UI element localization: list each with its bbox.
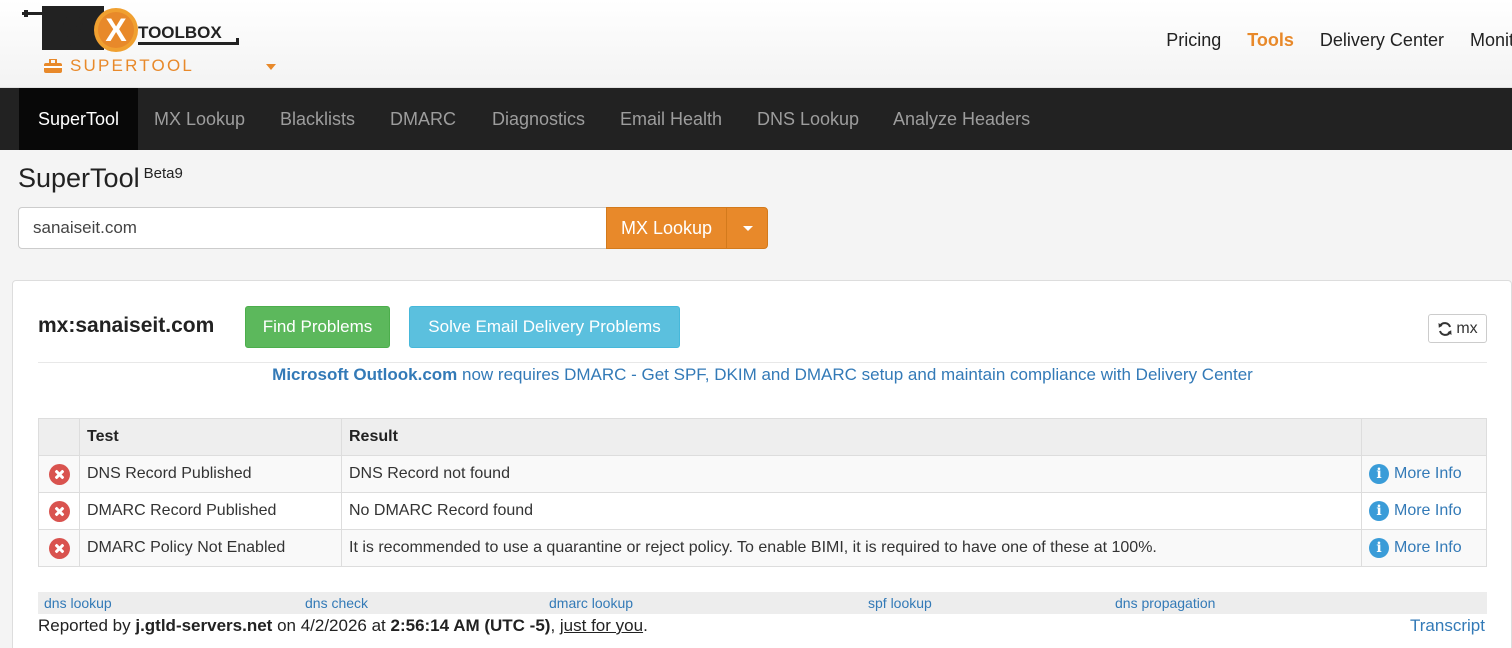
info-icon: i — [1369, 538, 1389, 558]
reported-period: . — [643, 616, 648, 635]
page-title: SuperTool Beta9 — [18, 163, 183, 194]
table-row: DMARC Record Published No DMARC Record f… — [38, 492, 1487, 530]
lookup-dropdown-button[interactable] — [726, 207, 768, 249]
mxtoolbox-logo[interactable]: M X TOOLBOX — [22, 2, 252, 58]
refresh-label: mx — [1456, 319, 1478, 337]
results-table: Test Result DNS Record Published DNS Rec… — [38, 418, 1487, 567]
table-row: DNS Record Published DNS Record not foun… — [38, 455, 1487, 493]
header-test: Test — [79, 418, 342, 456]
reported-on: on 4/2/2026 at — [272, 616, 391, 635]
table-header-row: Test Result — [38, 418, 1487, 456]
chevron-down-icon[interactable] — [266, 64, 276, 70]
result-cell: It is recommended to use a quarantine or… — [341, 529, 1362, 567]
more-info-link[interactable]: i More Info — [1369, 538, 1479, 558]
status-cell — [38, 529, 80, 567]
status-cell — [38, 492, 80, 530]
result-cell: DNS Record not found — [341, 455, 1362, 493]
toolbox-icon — [44, 59, 62, 73]
tab-analyze-headers[interactable]: Analyze Headers — [874, 88, 1049, 150]
header-actions — [1361, 418, 1487, 456]
refresh-icon — [1438, 321, 1452, 336]
topnav-delivery-center[interactable]: Delivery Center — [1320, 30, 1444, 51]
reported-time: 2:56:14 AM (UTC -5) — [390, 616, 551, 635]
test-cell: DMARC Policy Not Enabled — [79, 529, 342, 567]
tool-navbar: SuperTool MX Lookup Blacklists DMARC Dia… — [0, 88, 1512, 150]
tab-email-health[interactable]: Email Health — [601, 88, 741, 150]
refresh-button[interactable]: mx — [1428, 314, 1487, 343]
page-title-text: SuperTool — [18, 163, 140, 193]
topnav-monitoring[interactable]: Monito — [1470, 30, 1512, 51]
reported-comma: , — [550, 616, 560, 635]
topnav-pricing[interactable]: Pricing — [1166, 30, 1221, 51]
result-cell: No DMARC Record found — [341, 492, 1362, 530]
caret-down-icon — [743, 226, 753, 231]
action-cell: i More Info — [1361, 492, 1487, 530]
action-cell: i More Info — [1361, 529, 1487, 567]
more-info-link[interactable]: i More Info — [1369, 464, 1479, 484]
divider — [38, 362, 1487, 363]
solve-email-delivery-button[interactable]: Solve Email Delivery Problems — [409, 306, 680, 348]
tab-supertool[interactable]: SuperTool — [19, 88, 139, 150]
error-icon — [48, 500, 70, 522]
result-title: mx:sanaiseit.com — [38, 314, 215, 337]
banner-text[interactable]: now requires DMARC - Get SPF, DKIM and D… — [457, 365, 1253, 384]
mx-lookup-button[interactable]: MX Lookup — [606, 207, 727, 249]
info-icon: i — [1369, 464, 1389, 484]
header-result: Result — [341, 418, 1362, 456]
dmarc-banner[interactable]: Microsoft Outlook.com now requires DMARC… — [0, 365, 1512, 385]
link-dns-lookup[interactable]: dns lookup — [44, 595, 112, 611]
logo-m: M — [55, 7, 92, 56]
info-icon: i — [1369, 501, 1389, 521]
test-cell: DMARC Record Published — [79, 492, 342, 530]
tab-dmarc[interactable]: DMARC — [371, 88, 475, 150]
header-status — [38, 418, 80, 456]
action-cell: i More Info — [1361, 455, 1487, 493]
error-icon — [48, 463, 70, 485]
link-dns-check[interactable]: dns check — [305, 595, 368, 611]
search-input[interactable] — [18, 207, 608, 249]
logo-x: X — [105, 12, 127, 48]
supertool-brand[interactable]: SUPERTOOL — [44, 56, 194, 76]
reporting-server: j.gtld-servers.net — [135, 616, 273, 635]
site-header: M X TOOLBOX SUPERTOOL Pricing Tools Deli… — [0, 0, 1512, 88]
top-navigation: Pricing Tools Delivery Center Monito — [1166, 30, 1512, 51]
link-dns-propagation[interactable]: dns propagation — [1115, 595, 1215, 611]
topnav-tools[interactable]: Tools — [1247, 30, 1294, 51]
link-dmarc-lookup[interactable]: dmarc lookup — [549, 595, 633, 611]
test-cell: DNS Record Published — [79, 455, 342, 493]
related-tools-bar: dns lookup dns check dmarc lookup spf lo… — [38, 592, 1487, 614]
error-icon — [48, 537, 70, 559]
beta-badge: Beta9 — [143, 165, 183, 182]
reported-prefix: Reported by — [38, 616, 136, 635]
just-for-you-link[interactable]: just for you — [560, 616, 643, 635]
banner-link-outlook[interactable]: Microsoft Outlook.com — [272, 365, 457, 384]
link-spf-lookup[interactable]: spf lookup — [868, 595, 932, 611]
tab-dns-lookup[interactable]: DNS Lookup — [738, 88, 878, 150]
tab-diagnostics[interactable]: Diagnostics — [473, 88, 604, 150]
more-info-label[interactable]: More Info — [1394, 502, 1462, 520]
more-info-link[interactable]: i More Info — [1369, 501, 1479, 521]
tab-mx-lookup[interactable]: MX Lookup — [135, 88, 264, 150]
transcript-link[interactable]: Transcript — [1410, 616, 1485, 636]
more-info-label[interactable]: More Info — [1394, 539, 1462, 557]
supertool-label: SUPERTOOL — [70, 56, 195, 75]
reported-by-line: Reported by j.gtld-servers.net on 4/2/20… — [38, 616, 648, 636]
status-cell — [38, 455, 80, 493]
more-info-label[interactable]: More Info — [1394, 465, 1462, 483]
table-row: DMARC Policy Not Enabled It is recommend… — [38, 529, 1487, 567]
tab-blacklists[interactable]: Blacklists — [261, 88, 374, 150]
logo-toolbox: TOOLBOX — [138, 23, 222, 42]
find-problems-button[interactable]: Find Problems — [245, 306, 390, 348]
